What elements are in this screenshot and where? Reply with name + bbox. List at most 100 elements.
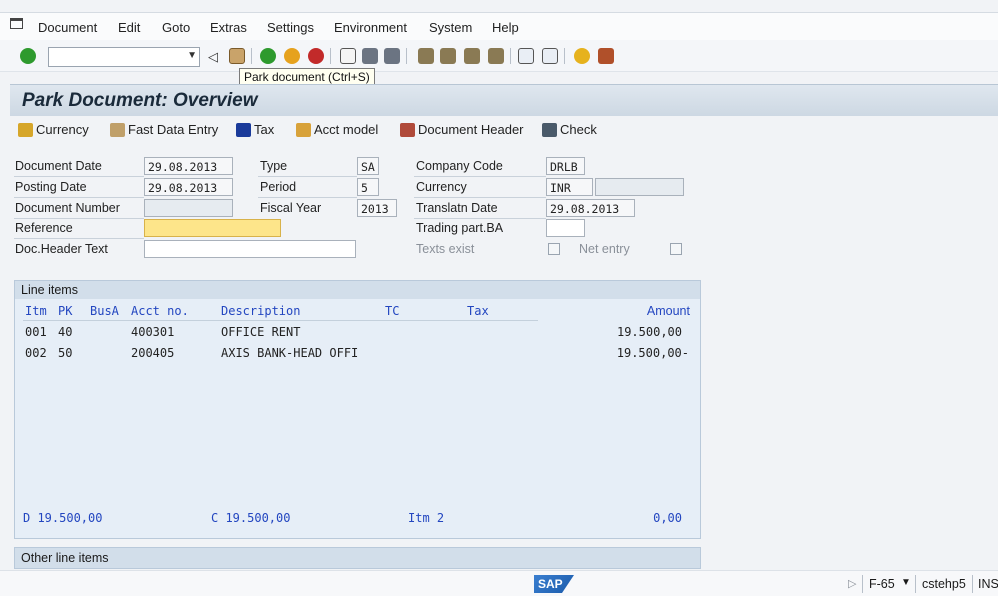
col-description[interactable]: Description: [221, 304, 300, 318]
acct-model-icon: [296, 122, 311, 137]
command-field[interactable]: ▼: [48, 47, 200, 67]
acct-model-button[interactable]: Acct model: [296, 122, 378, 137]
col-amount[interactable]: Amount: [647, 304, 690, 318]
chevron-down-icon[interactable]: ▼: [187, 50, 197, 61]
shortcut-icon[interactable]: [542, 48, 558, 64]
net-entry-checkbox[interactable]: [670, 243, 682, 255]
currency-extra-field[interactable]: [595, 178, 684, 196]
check-button[interactable]: Check: [542, 122, 597, 137]
row-amount: 19.500,00: [616, 325, 682, 339]
edit-icon: [110, 122, 125, 137]
texts-exist-label: Texts exist: [416, 242, 475, 256]
menu-bar: Document Edit Goto Extras Settings Envir…: [0, 12, 998, 40]
last-page-icon[interactable]: [488, 48, 504, 64]
menu-help[interactable]: Help: [492, 20, 519, 35]
previous-page-icon[interactable]: [440, 48, 456, 64]
layout-menu-icon[interactable]: [598, 48, 614, 64]
menu-settings[interactable]: Settings: [267, 20, 314, 35]
row-itm: 001: [25, 325, 47, 339]
debit-total: D 19.500,00: [23, 511, 103, 525]
row-itm: 002: [25, 346, 47, 360]
sap-logo: SAP: [534, 575, 574, 593]
menu-document[interactable]: Document: [38, 20, 97, 35]
trading-part-label: Trading part.BA: [416, 221, 504, 235]
save-icon[interactable]: [229, 48, 245, 64]
other-line-items-panel: Other line items: [14, 547, 701, 569]
chevron-down-icon[interactable]: ▼: [901, 577, 911, 588]
print-icon[interactable]: [340, 48, 356, 64]
tax-button[interactable]: Tax: [236, 122, 274, 137]
new-session-icon[interactable]: [518, 48, 534, 64]
currency-field[interactable]: INR: [546, 178, 593, 196]
next-page-icon[interactable]: [464, 48, 480, 64]
posting-date-field[interactable]: 29.08.2013: [144, 178, 233, 196]
translatn-date-label: Translatn Date: [416, 201, 498, 215]
back-icon[interactable]: [260, 48, 276, 64]
menu-toggle-icon[interactable]: [10, 18, 23, 29]
fiscal-year-field[interactable]: 2013: [357, 199, 397, 217]
menu-extras[interactable]: Extras: [210, 20, 247, 35]
currency-button[interactable]: Currency: [18, 122, 89, 137]
row-pk: 40: [58, 325, 73, 339]
company-code-field[interactable]: DRLB: [546, 157, 585, 175]
col-tc[interactable]: TC: [385, 304, 399, 318]
trading-part-field[interactable]: [546, 219, 585, 237]
row-pk: 50: [58, 346, 73, 360]
period-label: Period: [260, 180, 297, 194]
fiscal-year-label: Fiscal Year: [260, 201, 322, 215]
exit-icon[interactable]: [284, 48, 300, 64]
col-itm[interactable]: Itm: [25, 304, 47, 318]
period-field[interactable]: 5: [357, 178, 379, 196]
posting-date-label: Posting Date: [15, 180, 87, 194]
application-toolbar: Currency Fast Data Entry Tax Acct model …: [10, 118, 998, 144]
first-page-icon[interactable]: [418, 48, 434, 64]
net-entry-label: Net entry: [579, 242, 630, 256]
other-line-items-title: Other line items: [21, 551, 109, 565]
row-description: AXIS BANK-HEAD OFFI: [221, 346, 359, 360]
fast-data-entry-button[interactable]: Fast Data Entry: [110, 122, 218, 137]
menu-environment[interactable]: Environment: [334, 20, 407, 35]
help-icon[interactable]: [574, 48, 590, 64]
menu-edit[interactable]: Edit: [118, 20, 140, 35]
document-header-icon: [400, 122, 415, 137]
row-acct-no: 200405: [131, 346, 175, 360]
reference-field[interactable]: [144, 219, 281, 237]
page-title: Park Document: Overview: [22, 90, 258, 111]
cancel-icon[interactable]: [308, 48, 324, 64]
menu-goto[interactable]: Goto: [162, 20, 190, 35]
currency-icon: [18, 122, 33, 137]
col-pk[interactable]: PK: [58, 304, 72, 318]
check-icon: [542, 122, 557, 137]
document-date-field[interactable]: 29.08.2013: [144, 157, 233, 175]
balance: 0,00: [653, 511, 682, 525]
find-icon[interactable]: [362, 48, 378, 64]
row-description: OFFICE RENT: [221, 325, 301, 339]
row-amount: 19.500,00-: [616, 346, 689, 360]
credit-total: C 19.500,00: [211, 511, 291, 525]
col-tax[interactable]: Tax: [467, 304, 489, 318]
enter-icon[interactable]: [20, 48, 36, 64]
texts-exist-checkbox[interactable]: [548, 243, 560, 255]
type-field[interactable]: SA: [357, 157, 379, 175]
insert-mode: INS: [978, 577, 998, 591]
status-bar: SAP ▷ F-65 ▼ cstehp5 INS: [0, 570, 998, 596]
translatn-date-field[interactable]: 29.08.2013: [546, 199, 635, 217]
status-expand-icon[interactable]: ▷: [848, 577, 856, 590]
doc-header-text-field[interactable]: [144, 240, 356, 258]
line-items-panel: Line items Itm PK BusA Acct no. Descript…: [14, 280, 701, 539]
find-next-icon[interactable]: [384, 48, 400, 64]
document-number-field[interactable]: [144, 199, 233, 217]
document-date-label: Document Date: [15, 159, 102, 173]
company-code-label: Company Code: [416, 159, 503, 173]
col-acct-no[interactable]: Acct no.: [131, 304, 189, 318]
system-toolbar: ▼ ◁: [0, 40, 998, 72]
menu-system[interactable]: System: [429, 20, 472, 35]
item-count: Itm 2: [408, 511, 445, 525]
col-busa[interactable]: BusA: [90, 304, 119, 318]
line-items-title: Line items: [15, 281, 700, 299]
back-arrow-icon[interactable]: ◁: [208, 49, 218, 65]
doc-header-text-label: Doc.Header Text: [15, 242, 108, 256]
document-header-button[interactable]: Document Header: [400, 122, 524, 137]
transaction-code: F-65: [869, 577, 895, 591]
type-label: Type: [260, 159, 288, 173]
